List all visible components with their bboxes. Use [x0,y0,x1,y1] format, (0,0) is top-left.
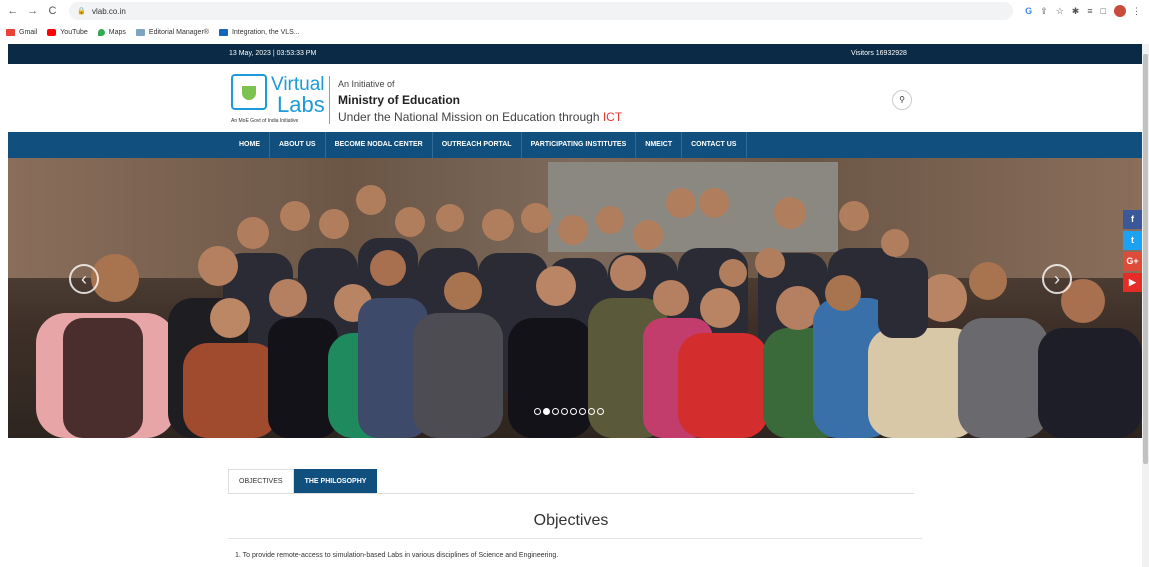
visitor-count: Visitors 16932928 [851,50,907,57]
bookmark-youtube[interactable]: YouTube [47,28,88,36]
profile-avatar[interactable] [1114,5,1127,17]
ministry-name: Ministry of Education [338,93,461,107]
bookmarks-bar: Gmail YouTube Maps Editorial Manager® In… [0,22,1149,42]
datetime: 13 May, 2023 | 03:53:33 PM [229,50,317,57]
reload-button[interactable]: C [46,5,60,17]
browser-toolbar: ← → C 🔒 vlab.co.in G ⇪ ☆ ✱ ≡ □ ⋮ [0,0,1149,22]
extensions-area: G ⇪ ☆ ✱ ≡ □ ⋮ [1025,5,1149,17]
nav-contact-us[interactable]: CONTACT US [682,132,748,158]
group-photo [36,185,1142,438]
maps-icon [97,28,105,36]
carousel-dot[interactable] [534,408,541,415]
carousel-dot[interactable] [579,408,586,415]
extensions-icon[interactable]: ✱ [1072,6,1088,17]
social-share-bar: f t G+ ▶ [1123,210,1142,294]
nav-nmeict[interactable]: NMEICT [636,132,683,158]
main-nav: HOME ABOUT US BECOME NODAL CENTER OUTREA… [8,132,1142,158]
bookmark-maps[interactable]: Maps [97,28,126,36]
carousel-dot[interactable] [552,408,559,415]
integration-icon [218,28,228,36]
editorial-manager-icon [135,28,145,36]
google-icon[interactable]: G [1025,6,1040,16]
facebook-icon[interactable]: f [1123,210,1142,229]
carousel-dot[interactable] [588,408,595,415]
carousel-indicators [534,408,606,415]
nav-home[interactable]: HOME [230,132,270,158]
google-plus-icon[interactable]: G+ [1123,252,1142,271]
bookmark-editorial-manager[interactable]: Editorial Manager® [135,28,209,36]
youtube-icon [47,28,57,36]
forward-button[interactable]: → [26,5,40,17]
carousel-next-button[interactable]: › [1042,264,1072,294]
carousel-prev-button[interactable]: ‹ [69,264,99,294]
initiative-text: An Initiative of [338,79,395,89]
nav-become-nodal-center[interactable]: BECOME NODAL CENTER [326,132,433,158]
url-text: vlab.co.in [92,6,126,16]
mission-text: Under the National Mission on Education … [338,110,623,124]
search-icon[interactable]: ⚲ [892,90,912,110]
tab-objectives[interactable]: OBJECTIVES [228,469,294,493]
back-button[interactable]: ← [6,5,20,17]
nav-participating-institutes[interactable]: PARTICIPATING INSTITUTES [522,132,637,158]
bookmark-gmail[interactable]: Gmail [6,28,37,36]
page-scrollbar[interactable] [1142,44,1149,567]
address-bar[interactable]: 🔒 vlab.co.in [69,2,1014,20]
top-info-bar: 13 May, 2023 | 03:53:33 PM Visitors 1693… [8,44,1142,64]
virtual-labs-logo[interactable]: Virtual Labs An MoE Govt of India Initia… [229,72,329,126]
hero-carousel: ‹ › [8,158,1142,438]
logo-divider [329,76,330,124]
objective-item: 1. To provide remote-access to simulatio… [235,552,559,559]
youtube-icon[interactable]: ▶ [1123,273,1142,292]
site-header: Virtual Labs An MoE Govt of India Initia… [8,64,1142,132]
carousel-dot[interactable] [561,408,568,415]
section-title: Objectives [533,512,609,529]
lock-icon: 🔒 [77,8,87,15]
browser-menu-icon[interactable]: ⋮ [1132,6,1149,17]
bookmark-star-icon[interactable]: ☆ [1056,6,1072,17]
carousel-dot[interactable] [570,408,577,415]
twitter-icon[interactable]: t [1123,231,1142,250]
flask-icon [231,74,267,110]
nav-about-us[interactable]: ABOUT US [270,132,326,158]
side-panel-icon[interactable]: □ [1101,6,1114,16]
section-divider [228,538,922,539]
share-icon[interactable]: ⇪ [1040,6,1056,17]
carousel-dot-active[interactable] [543,408,550,415]
reading-list-icon[interactable]: ≡ [1087,6,1100,16]
scrollbar-thumb[interactable] [1143,54,1148,464]
nav-outreach-portal[interactable]: OUTREACH PORTAL [433,132,522,158]
gmail-icon [6,28,15,36]
bookmark-integration[interactable]: Integration, the VLS... [218,28,300,36]
tab-the-philosophy[interactable]: THE PHILOSOPHY [293,469,378,493]
carousel-dot[interactable] [597,408,604,415]
content-tabs: OBJECTIVES THE PHILOSOPHY [228,469,914,494]
